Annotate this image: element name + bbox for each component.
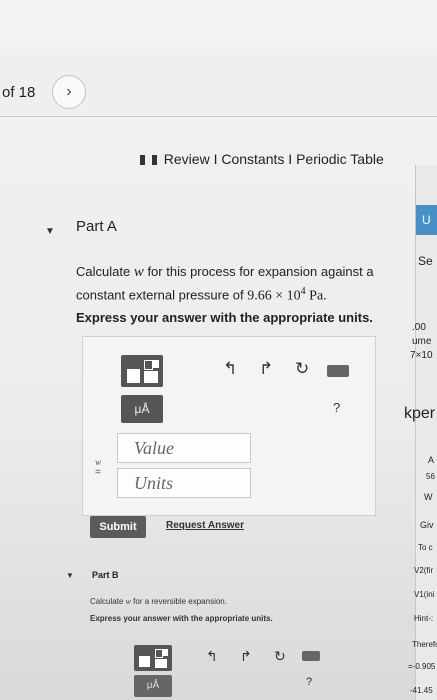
help-icon[interactable]: ? xyxy=(333,400,340,415)
side-text-toc: To c xyxy=(418,543,433,552)
part-b-undo-icon[interactable]: ↰ xyxy=(206,648,218,665)
submit-button[interactable]: Submit xyxy=(90,516,146,538)
part-b-instruction: Express your answer with the appropriate… xyxy=(90,614,273,623)
separator: I xyxy=(288,151,293,167)
question-text: for this process for expansion against a xyxy=(143,264,374,279)
page: of 18 › Review I Constants I Periodic Ta… xyxy=(0,0,437,700)
side-text-se: Se xyxy=(418,254,433,268)
side-text-w: W xyxy=(424,492,433,502)
collapse-part-b-icon[interactable]: ▼ xyxy=(66,571,74,580)
pressure-unit: Pa. xyxy=(305,288,327,304)
units-symbol-button[interactable]: μÅ xyxy=(121,395,163,423)
side-text-ume: ume xyxy=(412,336,432,347)
side-text-per: kper xyxy=(404,405,436,422)
question-text: Calculate xyxy=(76,264,134,279)
undo-icon[interactable]: ↰ xyxy=(223,359,237,379)
request-answer-link[interactable]: Request Answer xyxy=(166,520,244,531)
side-panel-tab[interactable]: U xyxy=(416,205,437,235)
value-input[interactable]: Value xyxy=(117,433,251,463)
part-a-title: Part A xyxy=(76,218,117,235)
resource-links: Review I Constants I Periodic Table xyxy=(140,151,384,167)
question-text: constant external pressure of xyxy=(76,287,248,303)
template-block-icon xyxy=(127,369,140,383)
question-text: Calculate xyxy=(90,597,126,606)
side-text-neg: =-0.905 xyxy=(408,662,436,671)
part-b-question: Calculate w for a reversible expansion. xyxy=(90,597,227,606)
side-text-x10: 7×10 xyxy=(410,350,433,361)
side-text-hint: Hint-: xyxy=(414,614,434,623)
next-page-button[interactable]: › xyxy=(52,75,86,109)
redo-icon[interactable]: ↱ xyxy=(259,359,273,379)
review-link[interactable]: Review xyxy=(164,151,210,167)
side-text-v2: V2(fir xyxy=(414,566,434,575)
reset-icon[interactable]: ↻ xyxy=(295,359,309,379)
templates-button[interactable] xyxy=(121,355,163,387)
question-text: for a reversible expansion. xyxy=(130,597,227,606)
equals-sign: = xyxy=(95,467,101,478)
list-icon-2 xyxy=(151,155,157,166)
question-variable: w xyxy=(133,264,144,280)
page-counter: of 18 xyxy=(2,84,36,101)
template-block-icon xyxy=(139,656,150,667)
side-text-last: -41.45 xyxy=(410,686,433,695)
answer-box: ↰ ↱ ↻ μÅ ? w = Value Units xyxy=(82,336,376,516)
part-a-question: Calculate w for this process for expansi… xyxy=(76,262,406,306)
part-b-redo-icon[interactable]: ↱ xyxy=(240,648,252,665)
side-text-oo: .00 xyxy=(412,322,426,333)
part-b-keyboard-icon[interactable] xyxy=(302,651,320,661)
side-text-giv: Giv xyxy=(420,520,434,530)
part-b-templates-button[interactable] xyxy=(134,645,172,671)
pressure-value: 9.66 × 10 xyxy=(247,288,301,304)
collapse-part-a-icon[interactable]: ▼ xyxy=(45,226,55,237)
separator: I xyxy=(213,151,218,167)
template-block-icon xyxy=(155,659,167,668)
math-toolbar: ↰ ↱ ↻ xyxy=(121,355,361,387)
template-block-icon xyxy=(144,371,158,383)
part-a-instruction: Express your answer with the appropriate… xyxy=(76,310,373,325)
template-block-icon xyxy=(162,649,168,656)
answer-variable: w xyxy=(95,457,102,467)
side-text-v1: V1(ini xyxy=(414,590,435,599)
keyboard-icon[interactable] xyxy=(327,365,349,377)
side-text-therefore: Therefc xyxy=(412,640,437,649)
constants-link[interactable]: Constants xyxy=(221,151,284,167)
top-bar: of 18 › xyxy=(0,58,437,117)
part-b-help-icon[interactable]: ? xyxy=(306,676,312,688)
periodic-table-link[interactable]: Periodic Table xyxy=(296,151,384,167)
part-b-title: Part B xyxy=(92,570,119,580)
template-block-icon xyxy=(152,360,159,368)
part-b-units-symbol-button[interactable]: μÅ xyxy=(134,675,172,697)
units-input[interactable]: Units xyxy=(117,468,251,498)
chevron-right-icon: › xyxy=(66,83,72,100)
side-text-56: 56 xyxy=(426,472,435,481)
part-b-reset-icon[interactable]: ↻ xyxy=(274,648,286,665)
list-icon xyxy=(140,155,145,166)
side-text-a: A xyxy=(428,455,435,465)
